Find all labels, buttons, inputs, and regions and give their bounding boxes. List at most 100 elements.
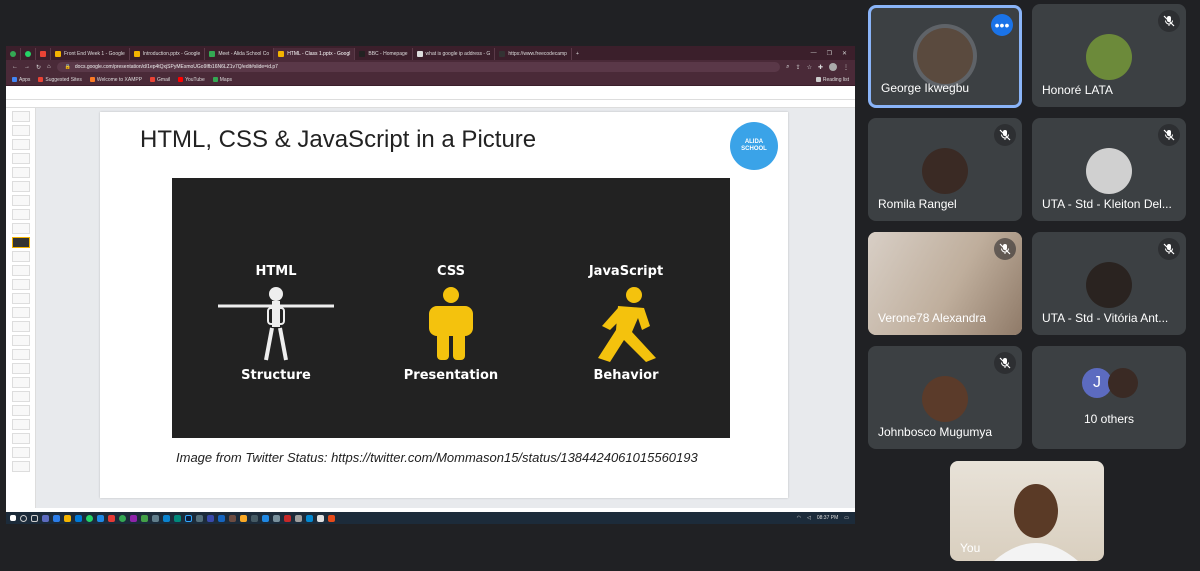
taskbar-clock[interactable]: 08:37 PM (817, 515, 838, 521)
taskbar-app-icon[interactable] (240, 514, 247, 522)
photoshop-icon[interactable] (185, 514, 192, 522)
slide-thumbnail[interactable] (12, 405, 30, 416)
menu-icon[interactable]: ⋮ (843, 64, 849, 71)
taskbar-app-icon[interactable] (108, 514, 115, 522)
browser-tab-3[interactable]: HTML - Class 1.pptx - Googl (274, 48, 356, 60)
slide-thumbnail[interactable] (12, 447, 30, 458)
slide-thumbnail[interactable] (12, 349, 30, 360)
browser-tab[interactable] (36, 48, 51, 60)
bookmark-maps[interactable]: Maps (212, 77, 232, 83)
chrome-icon[interactable] (119, 514, 126, 522)
browser-tab-2[interactable]: Meet - Alida School Co (205, 48, 275, 60)
others-tile[interactable]: J 10 others (1032, 346, 1186, 449)
browser-tab[interactable] (6, 48, 21, 60)
taskbar-app-icon[interactable] (130, 514, 137, 522)
vscode-icon[interactable] (163, 514, 170, 522)
bookmark-suggested-sites[interactable]: Suggested Sites (38, 77, 82, 83)
taskbar-app-icon[interactable] (141, 514, 148, 522)
slide-thumbnail[interactable] (12, 321, 30, 332)
profile-avatar[interactable] (829, 63, 837, 71)
volume-icon[interactable]: ◁ (807, 515, 811, 521)
slide-thumbnail[interactable] (12, 181, 30, 192)
taskbar-app-icon[interactable] (152, 514, 159, 522)
taskbar-app-icon[interactable] (295, 514, 302, 522)
url-input[interactable]: 🔒 docs.google.com/presentation/d/1ep4tQxj… (56, 62, 781, 72)
home-icon[interactable]: ⌂ (47, 64, 51, 70)
taskbar-app-icon[interactable] (251, 514, 258, 522)
slide-thumbnail[interactable] (12, 433, 30, 444)
close-icon[interactable]: ✕ (842, 50, 847, 57)
slide-thumbnail[interactable] (12, 167, 30, 178)
browser-tab-6[interactable]: https://www.freecodecamp (495, 48, 572, 60)
network-icon[interactable]: ◠ (797, 515, 801, 521)
file-explorer-icon[interactable] (64, 514, 71, 522)
slide-thumbnail[interactable] (12, 125, 30, 136)
notifications-icon[interactable]: ▭ (844, 515, 849, 521)
reload-icon[interactable]: ↻ (36, 64, 41, 71)
taskbar-app-icon[interactable] (317, 514, 324, 522)
slide-thumbnail[interactable] (12, 279, 30, 290)
taskbar-app-icon[interactable] (229, 514, 236, 522)
new-tab-button[interactable]: + (572, 48, 583, 60)
star-icon[interactable]: ☆ (807, 64, 812, 71)
browser-tab-1[interactable]: Introduction.pptx - Google (130, 48, 206, 60)
slide-thumbnail[interactable] (12, 419, 30, 430)
participant-tile[interactable]: UTA - Std - Vitória Ant... (1032, 232, 1186, 335)
whatsapp-icon[interactable] (86, 514, 93, 522)
participant-tile[interactable]: Honoré LATA (1032, 4, 1186, 107)
slide-thumbnail[interactable] (12, 293, 30, 304)
participant-tile[interactable]: Romila Rangel (868, 118, 1022, 221)
browser-tab-5[interactable]: what is google ip address - G (413, 48, 496, 60)
task-view-icon[interactable] (31, 514, 38, 522)
forward-icon[interactable]: → (24, 64, 30, 70)
slide-thumbnail[interactable] (12, 195, 30, 206)
slide-thumbnail[interactable] (12, 307, 30, 318)
search-icon[interactable] (20, 514, 27, 522)
slide-thumbnail[interactable] (12, 139, 30, 150)
bookmark-youtube[interactable]: YouTube (178, 77, 205, 83)
search-icon[interactable]: ⌕ (786, 64, 789, 71)
participant-tile[interactable]: Johnbosco Mugumya (868, 346, 1022, 449)
slide-thumbnail[interactable] (12, 391, 30, 402)
taskbar-app-icon[interactable] (273, 514, 280, 522)
taskbar-app-icon[interactable] (75, 514, 82, 522)
windows-start-icon[interactable] (10, 515, 16, 521)
back-icon[interactable]: ← (12, 64, 18, 70)
more-options-button[interactable]: ••• (991, 14, 1013, 36)
slide-thumbnail[interactable] (12, 265, 30, 276)
slide-thumbnail[interactable] (12, 461, 30, 472)
bookmark-apps[interactable]: Apps (12, 77, 30, 83)
browser-tab-4[interactable]: BBC - Homepage (355, 48, 413, 60)
slide-thumbnail[interactable] (12, 251, 30, 262)
taskbar-app-icon[interactable] (97, 514, 104, 522)
slide-thumbnail[interactable] (12, 363, 30, 374)
bookmark-xampp[interactable]: Welcome to XAMPP (89, 77, 142, 83)
slide-thumbnail-selected[interactable] (12, 237, 30, 248)
taskbar-app-icon[interactable] (284, 514, 291, 522)
taskbar-app-icon[interactable] (42, 514, 49, 522)
slide-thumbnail[interactable] (12, 153, 30, 164)
extensions-icon[interactable]: ✚ (818, 64, 823, 71)
participant-tile[interactable]: Verone78 Alexandra (868, 232, 1022, 335)
slide-thumbnail[interactable] (12, 209, 30, 220)
slide-thumbnail[interactable] (12, 111, 30, 122)
self-view-tile[interactable]: You (950, 461, 1104, 561)
bookmark-gmail[interactable]: Gmail (150, 77, 170, 83)
reading-list-button[interactable]: Reading list (815, 77, 849, 83)
slide-thumbnail[interactable] (12, 223, 30, 234)
taskbar-app-icon[interactable] (328, 514, 335, 522)
taskbar-app-icon[interactable] (174, 514, 181, 522)
participant-tile[interactable]: UTA - Std - Kleiton Del... (1032, 118, 1186, 221)
taskbar-app-icon[interactable] (218, 514, 225, 522)
browser-tab-0[interactable]: Front End Week 1 - Google (51, 48, 130, 60)
browser-tab[interactable] (21, 48, 36, 60)
share-icon[interactable]: ⇪ (796, 64, 801, 71)
taskbar-app-icon[interactable] (306, 514, 313, 522)
taskbar-app-icon[interactable] (53, 514, 60, 522)
slide[interactable]: HTML, CSS & JavaScript in a Picture ALID… (100, 112, 788, 498)
minimize-icon[interactable]: — (811, 50, 817, 56)
slide-thumbnail[interactable] (12, 335, 30, 346)
taskbar-app-icon[interactable] (196, 514, 203, 522)
participant-tile[interactable]: ••• George Ikwegbu (868, 5, 1022, 108)
maximize-icon[interactable]: ❐ (827, 50, 832, 57)
